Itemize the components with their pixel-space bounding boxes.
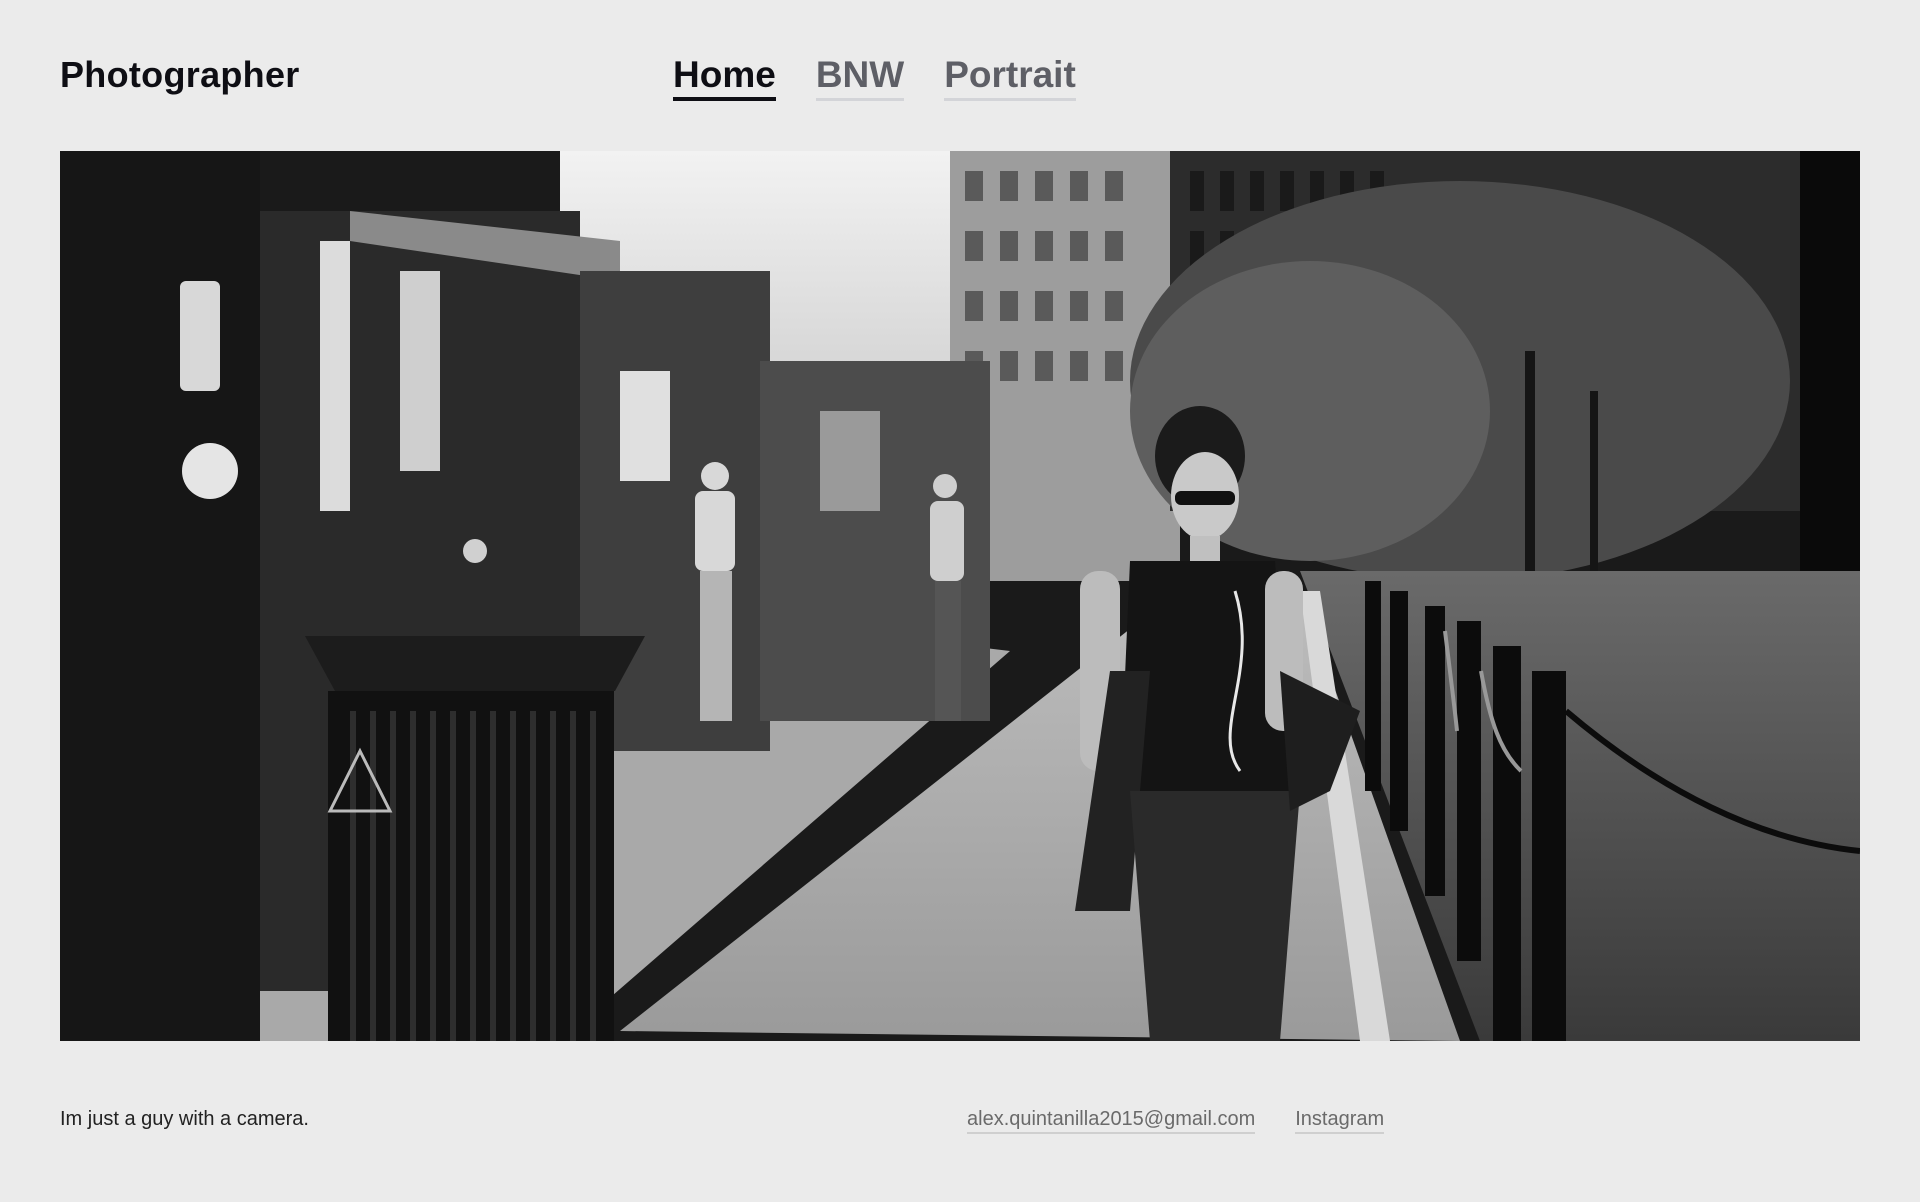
email-link[interactable]: alex.quintanilla2015@gmail.com	[967, 1108, 1256, 1134]
footer-links: alex.quintanilla2015@gmail.com Instagram	[967, 1108, 1385, 1134]
nav-link-home[interactable]: Home	[673, 54, 776, 101]
site-footer: Im just a guy with a camera. alex.quinta…	[60, 1104, 1860, 1144]
nav-link-bnw[interactable]: BNW	[815, 54, 905, 101]
site-title[interactable]: Photographer	[60, 54, 300, 96]
footer-tagline: Im just a guy with a camera.	[60, 1108, 309, 1130]
hero-photo	[60, 151, 1860, 1041]
nav-link-portrait[interactable]: Portrait	[944, 54, 1076, 101]
street-photo-image	[60, 151, 1860, 1041]
instagram-link[interactable]: Instagram	[1295, 1108, 1385, 1134]
main-nav: Home BNW Portrait	[673, 54, 1076, 101]
site-header: Photographer Home BNW Portrait	[60, 0, 1860, 150]
